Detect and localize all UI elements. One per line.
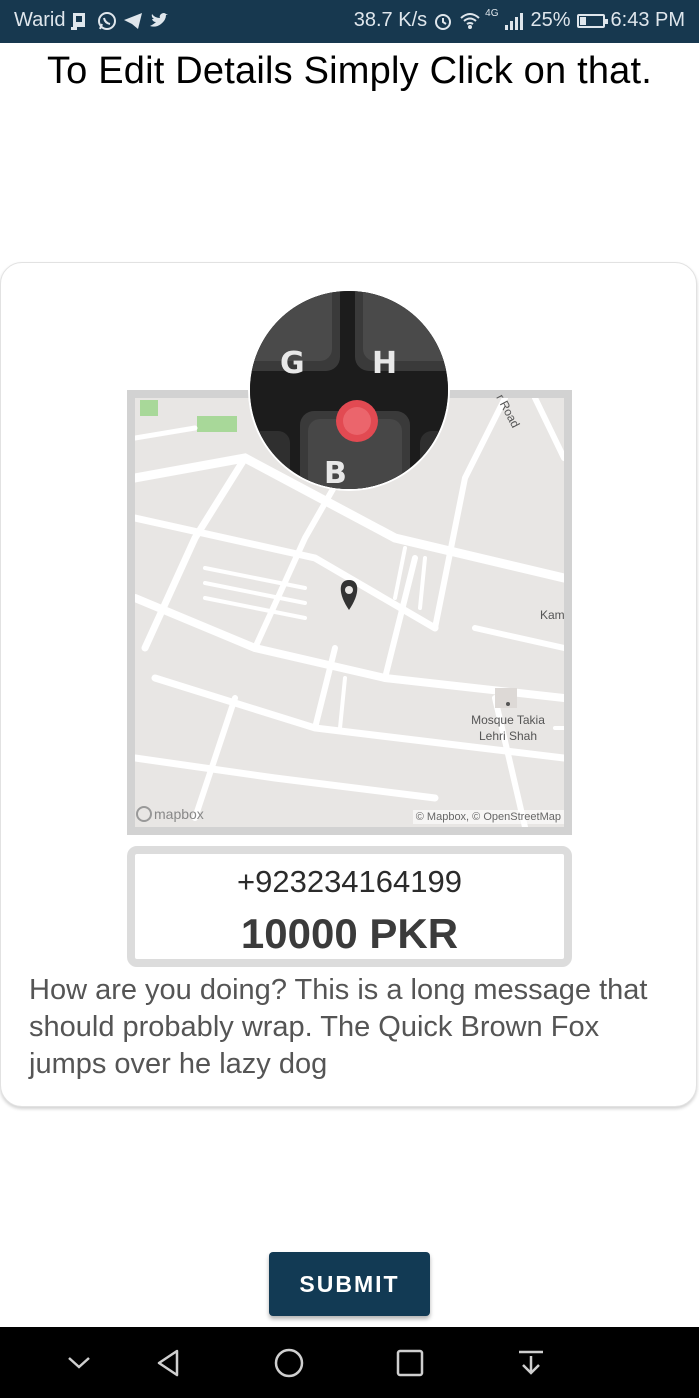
clock: 6:43 PM (610, 9, 685, 31)
sim-icon (71, 11, 91, 31)
message-text[interactable]: How are you doing? This is a long messag… (29, 972, 679, 1083)
map-poi-label: Mosque Takia Lehri Shah (462, 712, 554, 744)
wifi-icon (459, 11, 480, 31)
recents-square-icon (396, 1349, 424, 1377)
home-circle-icon (274, 1348, 304, 1378)
svg-text:H: H (372, 346, 397, 381)
submit-button[interactable]: SUBMIT (269, 1252, 430, 1316)
signal-icon (504, 11, 524, 31)
mapbox-logo[interactable]: mapbox (136, 806, 204, 822)
avatar[interactable]: G H B (248, 289, 450, 491)
avatar-keyboard-photo: G H B (250, 291, 448, 491)
alarm-icon (433, 11, 453, 31)
battery-icon (576, 13, 608, 28)
map-edge-label: Kam (540, 608, 565, 622)
telegram-icon (123, 11, 143, 31)
chevron-down-icon (68, 1357, 90, 1369)
svg-text:G: G (280, 346, 305, 381)
page-title: To Edit Details Simply Click on that. (46, 50, 653, 92)
recents-button[interactable] (392, 1345, 428, 1381)
twitter-icon (149, 11, 169, 31)
map-poi-line2: Lehri Shah (478, 729, 538, 743)
svg-text:B: B (324, 456, 347, 491)
map-poi-line1: Mosque Takia (471, 713, 545, 727)
back-triangle-icon (157, 1349, 179, 1377)
whatsapp-icon (97, 11, 117, 31)
phone-number: +923234164199 (237, 864, 462, 899)
network-type: 4G (485, 8, 499, 19)
hide-nav-button[interactable] (61, 1345, 97, 1381)
mapbox-logo-icon (136, 806, 152, 822)
navigation-bar (0, 1327, 699, 1398)
status-bar-left: Warid (14, 9, 169, 32)
battery-fill (579, 16, 586, 25)
amount: 10000 PKR (240, 910, 459, 957)
mapbox-logo-text: mapbox (154, 806, 204, 822)
status-bar-right: 38.7 K/s 4G 25% 6:43 PM (353, 8, 685, 32)
notification-shade-button[interactable] (513, 1345, 549, 1381)
home-button[interactable] (271, 1345, 307, 1381)
battery-percent: 25% (530, 9, 571, 31)
payment-info-box[interactable]: +923234164199 10000 PKR (127, 846, 572, 967)
status-bar: Warid 38.7 K/s 4G 25% 6:43 PM (0, 0, 699, 43)
net-speed: 38.7 K/s (353, 9, 428, 31)
carrier-name: Warid (14, 9, 66, 31)
back-button[interactable] (150, 1345, 186, 1381)
pull-down-icon (519, 1350, 543, 1375)
map-attribution[interactable]: © Mapbox, © OpenStreetMap (412, 810, 564, 824)
